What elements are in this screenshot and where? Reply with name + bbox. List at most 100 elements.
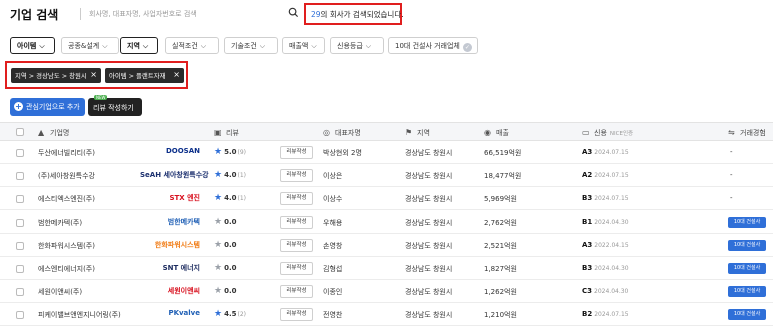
filter-credit[interactable]: 신용등급 ⌵ xyxy=(330,37,384,54)
chevron-down-icon: ⌵ xyxy=(200,42,207,50)
star-icon: ★ xyxy=(214,286,223,297)
top10-badge: 10대 건설사 xyxy=(728,286,766,298)
filter-construction-label: 공종&설계 xyxy=(68,42,100,50)
star-icon: ★ xyxy=(214,263,223,273)
company-name[interactable]: (주)세아창원특수강 xyxy=(38,171,95,181)
grade: A2 xyxy=(582,171,593,180)
search-box[interactable] xyxy=(89,5,300,22)
company-name[interactable]: 에스엔티에너지(주) xyxy=(38,264,95,274)
trade-experience: - xyxy=(730,194,733,203)
rating-value: 0.0 xyxy=(224,287,237,296)
grade-date: 2024.07.15 xyxy=(594,172,629,180)
col-ceo-label: 대표자명 xyxy=(335,129,361,137)
region: 경상남도 창원시 xyxy=(405,172,453,181)
applied-tag-label: 아이템 > 플랜트자재 xyxy=(109,72,166,80)
filter-tech[interactable]: 기술조건 ⌵ xyxy=(224,37,278,54)
table-row[interactable]: 세원이앤씨(주) 세원이앤씨 ★ 0.0 리뷰작성 이종인 경상남도 창원시 1,262억원 C… xyxy=(0,281,773,304)
row-checkbox[interactable] xyxy=(16,241,24,250)
rating-value: 4.5 xyxy=(224,310,237,319)
search-icon[interactable] xyxy=(288,7,299,18)
review-icon: ▣ xyxy=(214,128,222,137)
col-trade: ⇋ 거래경험 xyxy=(728,128,766,138)
ceo-name: 전영찬 xyxy=(323,311,343,320)
ceo-name: 이상은 xyxy=(323,172,343,181)
ceo-name: 이상수 xyxy=(323,195,343,204)
table-row[interactable]: 범한메카텍(주) 범한메카텍 ★ 0.0 리뷰작성 우해용 경상남도 창원시 2,762억원 B… xyxy=(0,212,773,234)
filter-region[interactable]: 지역 ⌵ xyxy=(120,37,158,54)
write-review-row-button[interactable]: 리뷰작성 xyxy=(280,285,313,299)
row-checkbox[interactable] xyxy=(16,265,24,273)
row-checkbox[interactable] xyxy=(16,218,24,227)
company-name[interactable]: 두산에너빌리티(주) xyxy=(38,148,95,158)
company-name[interactable]: 세원이앤씨(주) xyxy=(38,287,82,297)
star-icon: ★ xyxy=(214,170,223,181)
table-row[interactable]: (주)세아창원특수강 SeAH 세아창원특수강 ★ 4.0(1) 리뷰작성 이상은 경상남도… xyxy=(0,165,773,188)
table-row[interactable]: 두산에너빌리티(주) DOOSAN ★ 5.0(9) 리뷰작성 박상현외 2명 경상남도 창… xyxy=(0,142,773,164)
close-icon[interactable]: × xyxy=(90,70,97,79)
applied-tag[interactable]: 아이템 > 플랜트자재 × xyxy=(105,68,184,83)
write-review-row-button[interactable]: 리뷰작성 xyxy=(280,146,313,159)
col-review: ▣ 리뷰 xyxy=(214,128,239,138)
region: 경상남도 창원시 xyxy=(405,218,453,227)
filter-item[interactable]: 아이템 ⌵ xyxy=(10,37,55,54)
write-review-row-button[interactable]: 리뷰작성 xyxy=(280,169,313,183)
credit-grade: A3 2024.07.15 xyxy=(582,148,629,156)
handshake-icon: ⇋ xyxy=(728,128,735,137)
sales: 2,762억원 xyxy=(484,218,517,227)
table-row[interactable]: 에스엔티에너지(주) SNT 에너지 ★ 0.0 리뷰작성 김형섭 경상남도 창원시 1,82… xyxy=(0,258,773,280)
row-checkbox[interactable] xyxy=(16,149,24,157)
row-checkbox[interactable] xyxy=(16,311,24,320)
top10-badge: 10대 건설사 xyxy=(728,216,766,228)
company-name[interactable]: 피케이밸브앤엔지니어링(주) xyxy=(38,310,121,320)
grade-date: 2024.07.15 xyxy=(594,311,629,319)
table-row[interactable]: 에스티엑스엔진(주) STX 엔진 ★ 4.0(1) 리뷰작성 이상수 경상남도 창원시 5,… xyxy=(0,188,773,211)
col-trade-label: 거래경험 xyxy=(740,129,766,137)
filter-sales-label: 매출액 xyxy=(289,42,309,50)
chevron-down-icon: ⌵ xyxy=(142,42,149,50)
top10-badge: 10대 건설사 xyxy=(728,263,766,274)
search-input[interactable] xyxy=(89,5,279,22)
filter-construction[interactable]: 공종&설계 ⌵ xyxy=(61,37,119,54)
coin-icon: ◉ xyxy=(484,128,491,137)
filter-sales[interactable]: 매출액 ⌵ xyxy=(282,37,325,54)
filter-performance[interactable]: 실적조건 ⌵ xyxy=(165,37,219,54)
col-ceo: ◎ 대표자명 xyxy=(323,128,361,138)
star-icon: ★ xyxy=(214,147,223,157)
row-checkbox[interactable] xyxy=(16,195,24,204)
review-rating: ★ 0.0 xyxy=(214,286,237,296)
row-checkbox[interactable] xyxy=(16,288,24,297)
add-favorite-button[interactable]: + 관심기업으로 추가 xyxy=(10,98,85,116)
close-icon[interactable]: × xyxy=(173,70,180,79)
company-name[interactable]: 에스티엑스엔진(주) xyxy=(38,194,95,204)
write-review-row-button[interactable]: 리뷰작성 xyxy=(280,192,313,206)
company-logo: 한화파워시스템 xyxy=(154,240,200,249)
filter-item-label: 아이템 xyxy=(17,42,37,50)
write-review-row-button[interactable]: 리뷰작성 xyxy=(280,262,313,275)
table-row[interactable]: 피케이밸브앤엔지니어링(주) PKvalve ★ 4.5(2) 리뷰작성 전영찬 경상남도 … xyxy=(0,304,773,326)
new-badge: NEW xyxy=(94,95,108,100)
select-all-checkbox[interactable] xyxy=(16,128,24,136)
applied-tag[interactable]: 지역 > 경상남도 > 창원시 × xyxy=(11,68,101,83)
review-rating: ★ 4.0(1) xyxy=(214,193,246,203)
grade-date: 2024.04.30 xyxy=(594,218,629,226)
applied-tag-label: 지역 > 경상남도 > 창원시 xyxy=(15,72,87,80)
review-rating: ★ 5.0(9) xyxy=(214,147,246,157)
review-rating: ★ 0.0 xyxy=(214,263,237,273)
write-review-row-button[interactable]: 리뷰작성 xyxy=(280,308,313,322)
write-review-button[interactable]: NEW 리뷰 작성하기 xyxy=(88,95,142,116)
ceo-name: 박상현외 2명 xyxy=(323,149,362,157)
write-review-row-button[interactable]: 리뷰작성 xyxy=(280,215,313,229)
company-name[interactable]: 한화파워시스템(주) xyxy=(38,241,95,251)
filter-top10-label: 10대 건설사 거래업체 xyxy=(395,42,460,50)
credit-grade: C3 2024.04.30 xyxy=(582,287,628,295)
row-checkbox[interactable] xyxy=(16,172,24,181)
table-row[interactable]: 한화파워시스템(주) 한화파워시스템 ★ 0.0 리뷰작성 손영창 경상남도 창원시 2,52… xyxy=(0,235,773,257)
add-favorite-label: 관심기업으로 추가 xyxy=(26,103,80,111)
ceo-name: 이종인 xyxy=(323,288,343,297)
write-review-row-button[interactable]: 리뷰작성 xyxy=(280,238,313,252)
company-name[interactable]: 범한메카텍(주) xyxy=(38,218,82,228)
rating-value: 5.0 xyxy=(224,148,237,156)
filter-top10[interactable]: 10대 건설사 거래업체 ✓ xyxy=(388,37,478,54)
grade-date: 2022.04.15 xyxy=(594,241,629,249)
credit-grade: B2 2024.07.15 xyxy=(582,310,629,318)
